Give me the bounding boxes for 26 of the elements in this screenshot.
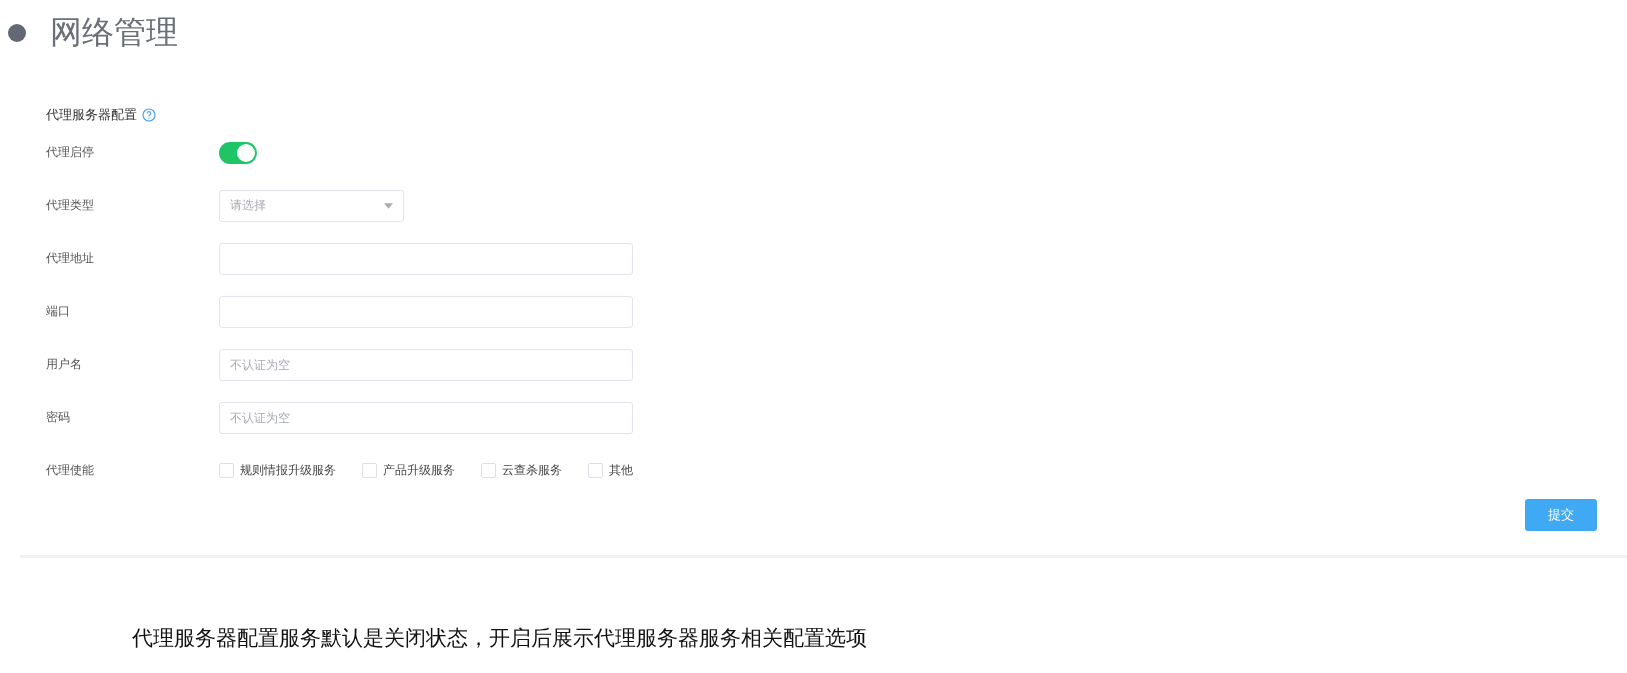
toggle-switch[interactable] <box>219 141 257 164</box>
section-title: 代理服务器配置 <box>46 106 137 124</box>
field-label: 代理使能 <box>46 462 95 479</box>
checkbox[interactable] <box>481 463 496 478</box>
input-field[interactable]: 不认证为空 <box>219 348 633 381</box>
checkbox-label[interactable]: 产品升级服务 <box>383 462 455 479</box>
bullet-icon <box>8 24 26 42</box>
input-field[interactable] <box>219 242 633 275</box>
checkbox-label[interactable]: 云查杀服务 <box>502 462 562 479</box>
field-label: 端口 <box>46 303 71 320</box>
input-field[interactable] <box>219 295 633 328</box>
checkbox[interactable] <box>362 463 377 478</box>
field-label: 用户名 <box>46 356 83 373</box>
checkbox[interactable] <box>219 463 234 478</box>
field-label: 代理地址 <box>46 250 95 267</box>
page-heading: 网络管理 <box>50 12 178 53</box>
input-field[interactable]: 不认证为空 <box>219 401 633 434</box>
checkbox-label[interactable]: 其他 <box>609 462 633 479</box>
checkbox-label[interactable]: 规则情报升级服务 <box>240 462 336 479</box>
caret-icon <box>384 202 393 209</box>
help-icon[interactable] <box>142 108 156 122</box>
field-label: 密码 <box>46 409 71 426</box>
field-label: 代理启停 <box>46 144 95 161</box>
field-label: 代理类型 <box>46 197 95 214</box>
caption-text: 代理服务器配置服务默认是关闭状态，开启后展示代理服务器服务相关配置选项 <box>132 625 868 652</box>
checkbox[interactable] <box>588 463 603 478</box>
